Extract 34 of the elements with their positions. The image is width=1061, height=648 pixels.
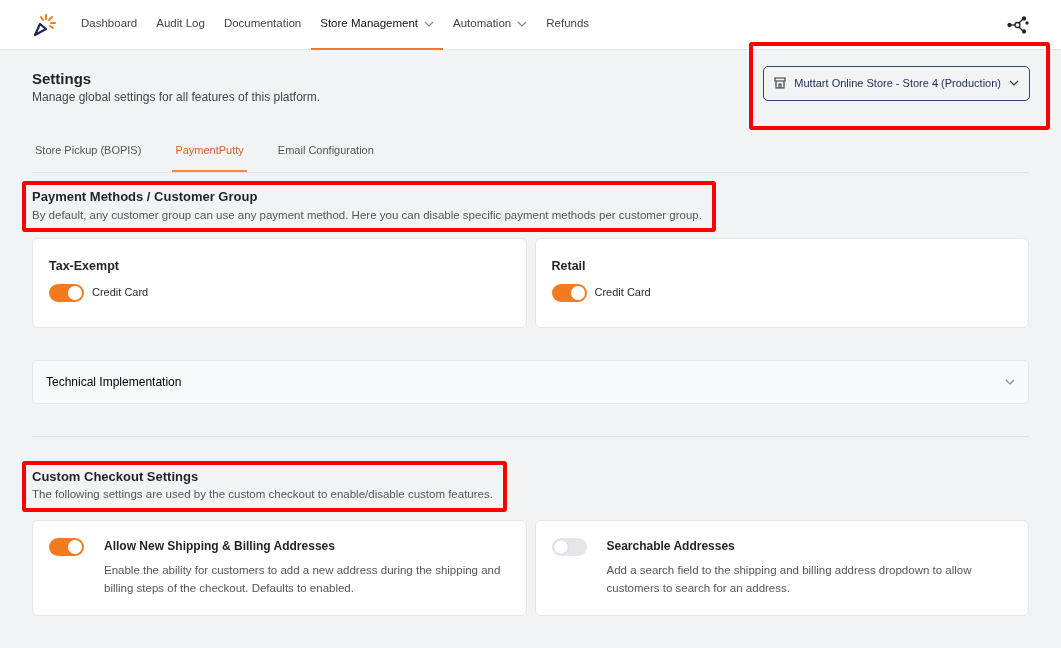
chevron-down-icon — [1009, 80, 1019, 87]
nav-link[interactable]: Documentation — [214, 0, 311, 50]
section-title: Payment Methods / Customer Group — [32, 188, 259, 206]
payment-method-label: Credit Card — [594, 285, 651, 301]
group-name: Retail — [551, 257, 587, 275]
tab[interactable]: Email Configuration — [274, 131, 377, 172]
logo-icon[interactable] — [32, 11, 58, 38]
nav-link[interactable]: Store Management — [311, 0, 444, 50]
toggle-switch[interactable] — [49, 537, 84, 556]
accordion-header[interactable]: Technical Implementation — [32, 359, 1029, 404]
setting-description: Enable the ability for customers to add a new address during the shipping and billing steps of the checkout. Defaults to enabled. — [104, 562, 502, 597]
store-icon — [774, 77, 787, 90]
payment-method-label: Credit Card — [92, 285, 149, 301]
page-subtitle: Manage global settings for all features of this platform. — [32, 89, 321, 106]
setting-title: Allow New Shipping & Billing Addresses — [104, 537, 336, 555]
toggle-switch[interactable] — [551, 537, 587, 556]
section-title: Custom Checkout Settings — [32, 467, 200, 486]
toggle-switch[interactable] — [551, 283, 587, 302]
nav-link[interactable]: Dashboard — [72, 0, 147, 50]
network-icon[interactable] — [1007, 15, 1029, 34]
store-selector[interactable]: Muttart Online Store - Store 4 (Production) — [763, 66, 1030, 101]
section-description: By default, any customer group can use any payment method. Here you can disable specific payment methods per customer group. — [32, 207, 702, 223]
nav-link[interactable]: Refunds — [537, 0, 599, 50]
nav-link[interactable]: Audit Log — [147, 0, 214, 50]
setting-description: Add a search field to the shipping and billing address dropdown to allow customers to search for an address. — [606, 562, 973, 597]
section-description: The following settings are used by the custom checkout to enable/disable custom features. — [32, 487, 493, 503]
tab[interactable]: Store Pickup (BOPIS) — [32, 131, 145, 172]
nav-link[interactable]: Automation — [444, 0, 537, 50]
tab[interactable]: PaymentPutty — [172, 131, 247, 172]
chevron-down-icon — [1005, 378, 1015, 385]
setting-title: Searchable Addresses — [606, 537, 736, 555]
page-title: Settings — [32, 70, 93, 88]
toggle-switch[interactable] — [49, 283, 84, 302]
group-name: Tax-Exempt — [49, 257, 120, 275]
